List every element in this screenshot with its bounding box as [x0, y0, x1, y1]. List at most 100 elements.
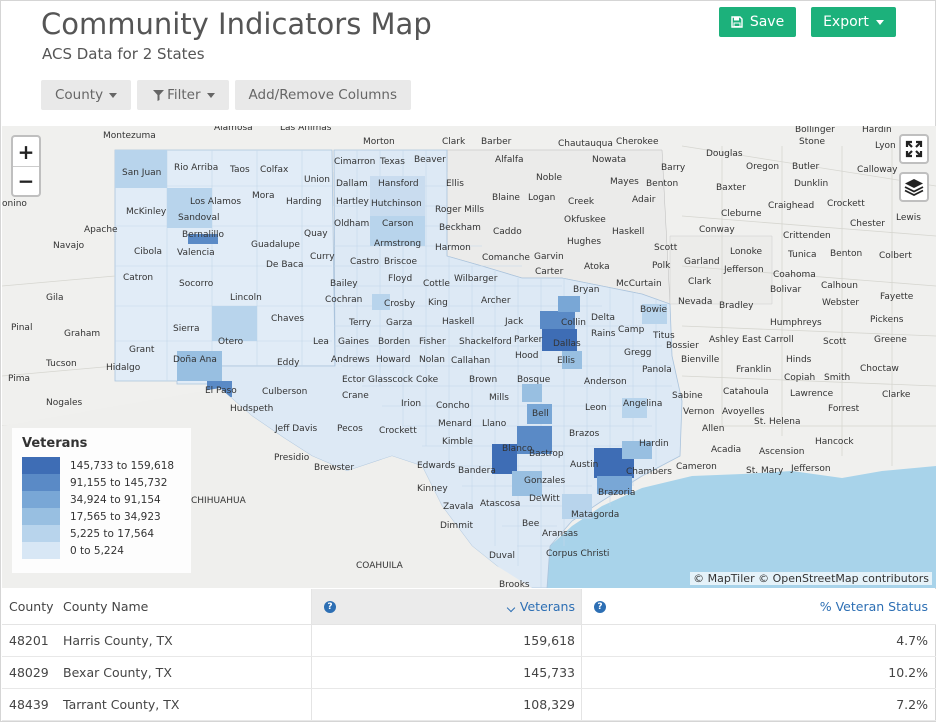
svg-text:Pinal: Pinal	[11, 323, 32, 333]
legend-label: 34,924 to 91,154	[70, 493, 161, 506]
svg-text:Craighead: Craighead	[768, 201, 814, 211]
svg-text:Nowata: Nowata	[592, 155, 626, 165]
legend-item: 91,155 to 145,732	[22, 474, 181, 491]
svg-text:San Juan: San Juan	[122, 168, 161, 178]
svg-text:Titus: Titus	[652, 331, 675, 341]
export-button[interactable]: Export	[811, 7, 896, 37]
svg-text:Valencia: Valencia	[177, 248, 215, 258]
legend-swatch	[22, 474, 60, 491]
caret-down-icon	[875, 19, 884, 25]
svg-text:Los Alamos: Los Alamos	[190, 197, 241, 207]
svg-text:Concho: Concho	[436, 401, 470, 411]
svg-text:Ashley: Ashley	[709, 335, 740, 345]
table-row[interactable]: 48439 Tarrant County, TX 108,329 7.2%	[2, 689, 936, 721]
cell-veterans: 145,733	[312, 657, 582, 688]
legend-item: 0 to 5,224	[22, 542, 181, 559]
svg-text:Chester: Chester	[850, 219, 885, 229]
zoom-in-button[interactable]: +	[13, 137, 39, 166]
svg-text:Cimarron: Cimarron	[334, 157, 375, 167]
svg-text:Crockett: Crockett	[827, 199, 865, 209]
svg-text:Lonoke: Lonoke	[730, 247, 762, 257]
svg-text:Allen: Allen	[702, 424, 724, 434]
svg-text:Bosque: Bosque	[517, 375, 551, 385]
sort-descending-icon	[506, 603, 516, 613]
app-window: Community Indicators Map ACS Data for 2 …	[0, 0, 936, 722]
svg-text:Brown: Brown	[469, 375, 497, 385]
svg-text:Nogales: Nogales	[46, 398, 83, 408]
svg-text:Pickens: Pickens	[870, 315, 904, 325]
table-row[interactable]: 48201 Harris County, TX 159,618 4.7%	[2, 625, 936, 657]
header-veterans[interactable]: ? Veterans	[312, 589, 582, 624]
svg-text:Duval: Duval	[489, 551, 515, 561]
svg-text:Aransas: Aransas	[542, 529, 578, 539]
svg-text:McCurtain: McCurtain	[616, 279, 662, 289]
table-header-row: County County Name ? Veterans ? % Vetera…	[2, 589, 936, 625]
svg-text:Colbert: Colbert	[879, 251, 912, 261]
svg-text:Smith: Smith	[824, 373, 850, 383]
cell-veterans: 159,618	[312, 625, 582, 656]
map-attribution[interactable]: © MapTiler © OpenStreetMap contributors	[690, 572, 932, 585]
cell-county-name: Harris County, TX	[58, 625, 312, 656]
svg-text:Beaver: Beaver	[414, 155, 446, 165]
legend-item: 5,225 to 17,564	[22, 525, 181, 542]
cell-pct-veteran: 10.2%	[888, 665, 928, 680]
svg-text:Choctaw: Choctaw	[860, 364, 899, 374]
header-pct-veteran[interactable]: ? % Veteran Status	[582, 589, 936, 624]
svg-text:Gaines: Gaines	[338, 337, 369, 347]
legend-label: 5,225 to 17,564	[70, 527, 155, 540]
svg-text:Guadalupe: Guadalupe	[251, 240, 300, 250]
header-county[interactable]: County	[2, 599, 58, 614]
legend-item: 17,565 to 34,923	[22, 508, 181, 525]
svg-text:Hansford: Hansford	[378, 179, 419, 189]
svg-text:Clark: Clark	[442, 137, 466, 147]
legend-swatch	[22, 491, 60, 508]
svg-text:Chambers: Chambers	[626, 467, 672, 477]
svg-text:Mora: Mora	[252, 191, 275, 201]
svg-text:Anderson: Anderson	[584, 377, 627, 387]
county-dropdown[interactable]: County	[41, 80, 132, 110]
svg-text:Coke: Coke	[416, 375, 439, 385]
legend-swatch	[22, 542, 60, 559]
svg-text:Forrest: Forrest	[828, 404, 860, 414]
caret-down-icon	[109, 92, 118, 98]
svg-text:Logan: Logan	[528, 193, 555, 203]
save-button[interactable]: Save	[719, 7, 796, 37]
svg-text:Webster: Webster	[822, 298, 859, 308]
table-row[interactable]: 48029 Bexar County, TX 145,733 10.2%	[2, 657, 936, 689]
filter-dropdown-label: Filter	[167, 87, 201, 103]
svg-text:Chautauqua: Chautauqua	[558, 139, 613, 149]
layers-button[interactable]	[899, 172, 929, 202]
add-remove-columns-button[interactable]: Add/Remove Columns	[234, 80, 412, 110]
filter-dropdown[interactable]: Filter	[137, 80, 229, 110]
svg-text:Nevada: Nevada	[678, 297, 712, 307]
legend-swatch	[22, 525, 60, 542]
fullscreen-button[interactable]	[899, 134, 929, 164]
svg-text:Gila: Gila	[46, 293, 64, 303]
header-county-name[interactable]: County Name	[58, 589, 312, 624]
svg-text:Brewster: Brewster	[314, 463, 354, 473]
svg-text:Panola: Panola	[642, 365, 672, 375]
svg-text:Fisher: Fisher	[419, 337, 446, 347]
county-dropdown-label: County	[55, 87, 104, 103]
svg-text:Ector: Ector	[342, 375, 366, 385]
svg-text:Armstrong: Armstrong	[374, 239, 421, 249]
svg-text:Alfalfa: Alfalfa	[495, 155, 524, 165]
svg-text:Hidalgo: Hidalgo	[106, 363, 141, 373]
svg-text:Hancock: Hancock	[815, 437, 854, 447]
help-icon[interactable]: ?	[594, 600, 606, 613]
choropleth-map[interactable]: Alamosa Las Animas Montezuma Morton Clark B…	[2, 126, 936, 588]
svg-text:Llano: Llano	[482, 419, 507, 429]
svg-text:St. Mary: St. Mary	[746, 466, 784, 476]
help-icon[interactable]: ?	[324, 600, 336, 613]
zoom-out-button[interactable]: −	[13, 166, 39, 195]
expand-icon	[905, 140, 923, 158]
svg-text:Gregg: Gregg	[624, 348, 651, 358]
svg-text:Catahoula: Catahoula	[723, 387, 769, 397]
svg-text:Brooks: Brooks	[499, 580, 530, 588]
svg-text:Lyon: Lyon	[875, 141, 896, 151]
svg-text:Hood: Hood	[515, 351, 539, 361]
legend-swatch	[22, 508, 60, 525]
svg-text:Franklin: Franklin	[736, 365, 771, 375]
svg-text:Jefferson: Jefferson	[723, 265, 764, 275]
svg-text:Barry: Barry	[661, 163, 686, 173]
